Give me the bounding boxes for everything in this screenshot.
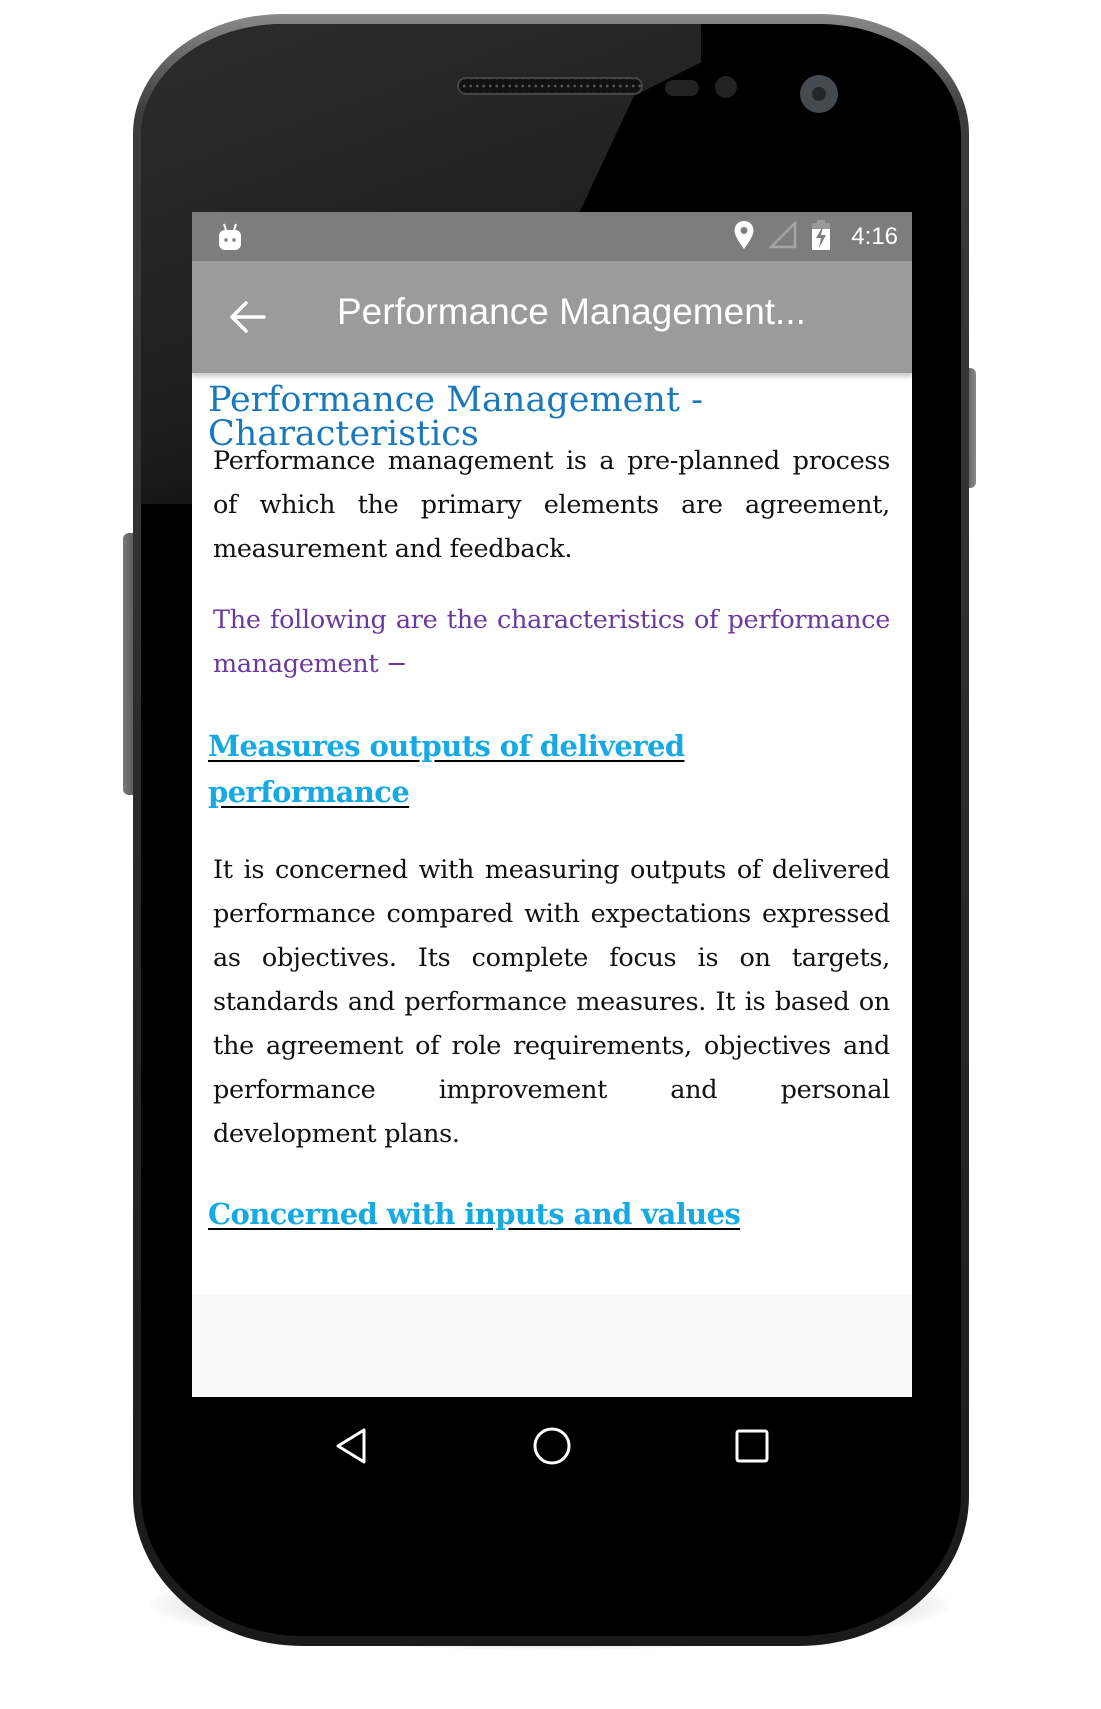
back-button[interactable] xyxy=(228,297,268,337)
app-title: Performance Management... xyxy=(337,291,806,332)
section-heading-link[interactable]: Concerned with inputs and values xyxy=(208,1191,768,1237)
intro-paragraph: Performance management is a pre-planned … xyxy=(213,446,890,564)
nav-recents-icon xyxy=(735,1429,769,1463)
nav-home-icon xyxy=(533,1427,571,1465)
nav-back-button[interactable] xyxy=(327,1421,377,1471)
article-content[interactable]: Performance Management - Characteristics… xyxy=(192,373,912,1295)
arrow-left-icon xyxy=(230,301,266,333)
android-notification-icon xyxy=(218,222,242,256)
status-icons: 4:16 xyxy=(733,212,898,261)
app-bar: Performance Management... xyxy=(192,261,912,373)
status-clock: 4:16 xyxy=(851,222,898,250)
proximity-sensor xyxy=(665,80,699,96)
section-body: It is concerned with measuring outputs o… xyxy=(213,855,890,1149)
location-icon xyxy=(733,220,755,254)
device-screen: 4:16 Performance Management... Performan… xyxy=(192,212,912,1494)
status-bar: 4:16 xyxy=(192,212,912,261)
front-camera xyxy=(800,75,838,113)
signal-icon xyxy=(768,219,797,253)
section-heading-link[interactable]: Measures outputs of delivered performanc… xyxy=(208,723,768,815)
earpiece-speaker xyxy=(457,77,643,95)
nav-back-icon xyxy=(336,1428,366,1464)
lead-in-paragraph: The following are the characteristics of… xyxy=(213,605,890,679)
nav-home-button[interactable] xyxy=(527,1421,577,1471)
light-sensor xyxy=(715,76,737,98)
navigation-bar xyxy=(192,1397,912,1494)
battery-charging-icon xyxy=(811,219,831,255)
nav-recents-button[interactable] xyxy=(727,1421,777,1471)
